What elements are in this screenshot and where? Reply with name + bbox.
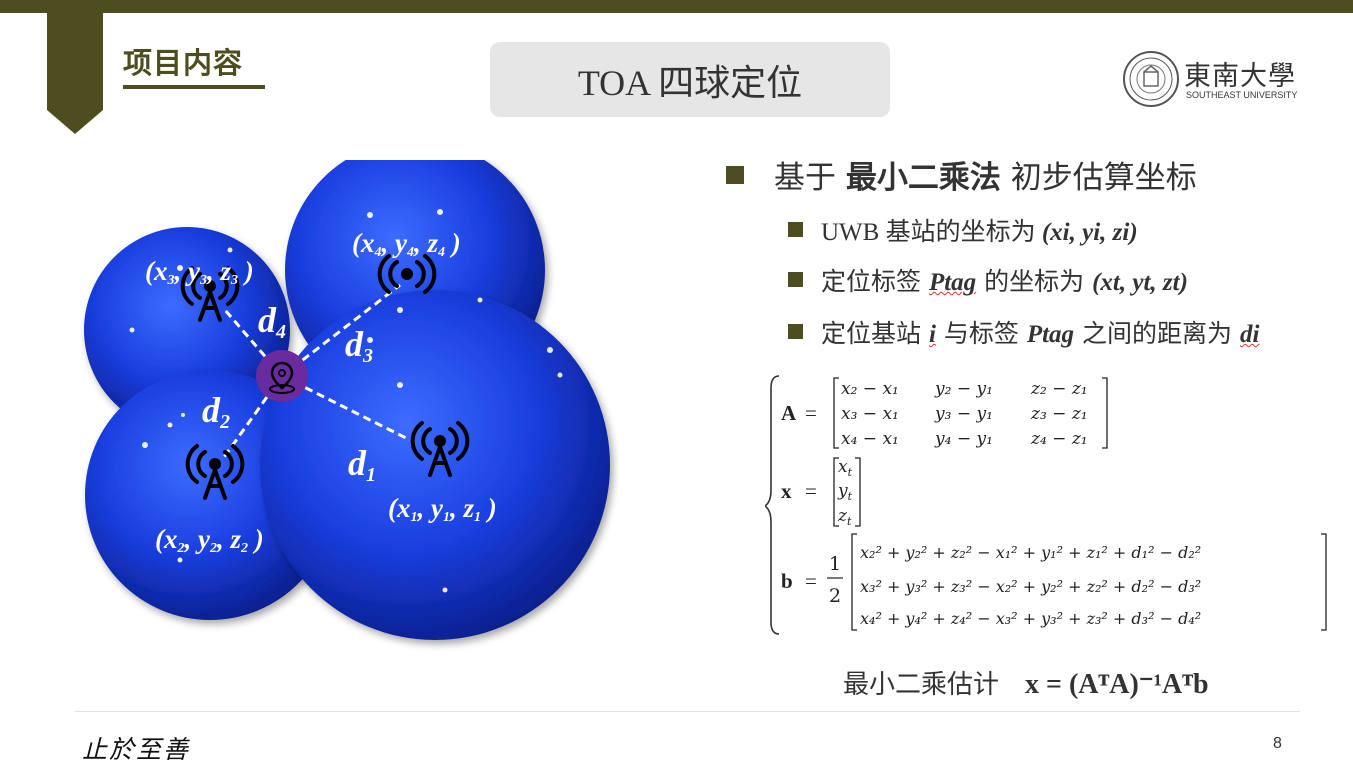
slide-title-box: TOA 四球定位	[490, 42, 890, 117]
station-label-1: (x1, y1, z1 )	[388, 493, 497, 525]
slide-title: TOA 四球定位	[577, 62, 803, 103]
svg-text:x₃ − x₁: x₃ − x₁	[841, 404, 899, 424]
header-flag	[47, 0, 103, 134]
university-name-en: SOUTHEAST UNIVERSITY	[1186, 90, 1298, 100]
station-label-4: (x4, y4, z4 )	[352, 228, 461, 260]
university-seal-icon	[1123, 51, 1179, 107]
svg-text:xt: xt	[838, 457, 853, 479]
bullet-square	[726, 166, 744, 184]
bullet-square	[788, 272, 803, 287]
svg-text:x₂ − x₁: x₂ − x₁	[841, 379, 899, 399]
bullet-item-1-coord: (xi, yi, zi)	[1041, 219, 1138, 246]
bullet-item-3: 定位基站 i 与标签 Ptag 之间的距离为 di	[788, 314, 1259, 350]
svg-text:=: =	[805, 569, 817, 593]
vector-x-label: x	[781, 479, 792, 503]
svg-text:x₂² + y₂² + z₂² − x₁² + y₁² +: x₂² + y₂² + z₂² − x₁² + y₁² + z₁² + d₁² …	[860, 543, 1201, 562]
bullet-item-3-symbol: Ptag	[1026, 321, 1075, 348]
vector-b-label: b	[781, 569, 793, 593]
section-underline	[123, 85, 265, 89]
bullet-item-2-mid: 的坐标为	[976, 267, 1093, 296]
motto: 止於至善	[82, 735, 191, 764]
section-title: 项目内容	[123, 46, 244, 80]
tag-location-icon	[256, 350, 308, 402]
svg-text:y₄ − y₁: y₄ − y₁	[934, 429, 993, 449]
matrix-A-label: A	[781, 401, 797, 425]
bullet-item-3-text: 定位基站	[821, 319, 929, 348]
svg-text:2: 2	[829, 585, 841, 607]
svg-text:=: =	[805, 479, 817, 503]
svg-text:1: 1	[829, 553, 841, 575]
svg-text:y₃ − y₁: y₃ − y₁	[934, 404, 993, 424]
bullet-square	[788, 324, 803, 339]
svg-text:z₃ − z₁: z₃ − z₁	[1030, 404, 1088, 424]
svg-text:z₂ − z₁: z₂ − z₁	[1030, 379, 1088, 399]
bullet-square	[788, 222, 803, 237]
bullet-item-2-text: 定位标签	[821, 267, 929, 296]
svg-text:z₄ − z₁: z₄ − z₁	[1030, 429, 1088, 449]
bullet-item-1: UWB 基站的坐标为 (xi, yi, zi)	[788, 212, 1138, 248]
bullet-item-2-coord: (xt, yt, zt)	[1092, 269, 1188, 296]
university-logo: 東南大學 SOUTHEAST UNIVERSITY	[1122, 50, 1302, 107]
final-label: 最小二乘估计	[843, 670, 1000, 700]
bullet-main-suffix: 初步估算坐标	[1000, 160, 1197, 196]
station-label-3: (x3, y3, z3 )	[145, 256, 254, 288]
svg-text:x₃² + y₃² + z₃² − x₂² + y₂² +: x₃² + y₃² + z₃² − x₂² + y₂² + z₂² + d₂² …	[860, 577, 1201, 596]
footer-divider	[75, 711, 1300, 712]
system-brace	[765, 375, 780, 635]
svg-text:x₄² + y₄² + z₄² − x₃² + y₃² +: x₄² + y₄² + z₄² − x₃² + y₃² + z₃² + d₃² …	[860, 609, 1201, 628]
least-squares-estimate: 最小二乘估计 x = (AᵀA)⁻¹Aᵀb	[843, 664, 1209, 701]
svg-text:y₂ − y₁: y₂ − y₁	[934, 379, 993, 399]
station-label-2: (x2, y2, z2 )	[155, 524, 264, 556]
four-sphere-figure: (x3, y3, z3 ) (x4, y4, z4 ) (x2, y2, z2 …	[84, 160, 610, 640]
bullet-item-3-d: di	[1239, 321, 1260, 348]
bullet-main-bold: 最小二乘法	[845, 160, 1001, 196]
bullet-main-prefix: 基于	[774, 160, 846, 196]
svg-text:zt: zt	[837, 506, 852, 528]
bullet-item-1-text: UWB 基站的坐标为	[821, 219, 1042, 246]
bullet-item-3-mid: 与标签	[935, 319, 1027, 348]
equation-system: A = x₂ − x₁ y₂ − y₁ z₂ − z₁ x₃ − x₁ y₃ − y₁…	[765, 375, 1327, 635]
university-name-cn: 東南大學	[1184, 61, 1296, 92]
bullet-main: 基于 最小二乘法 初步估算坐标	[726, 152, 1197, 197]
bullet-item-2-symbol: Ptag	[928, 269, 977, 296]
svg-text:yt: yt	[837, 481, 853, 503]
top-bar	[0, 0, 1353, 13]
svg-text:x₄ − x₁: x₄ − x₁	[841, 429, 899, 449]
bullet-item-2: 定位标签 Ptag 的坐标为 (xt, yt, zt)	[788, 262, 1188, 298]
bullet-item-3-end: 之间的距离为	[1074, 319, 1240, 348]
page-number: 8	[1273, 735, 1282, 752]
final-equation: x = (AᵀA)⁻¹Aᵀb	[1025, 669, 1209, 700]
bullet-item-3-i: i	[928, 321, 936, 348]
svg-text:=: =	[805, 401, 817, 425]
